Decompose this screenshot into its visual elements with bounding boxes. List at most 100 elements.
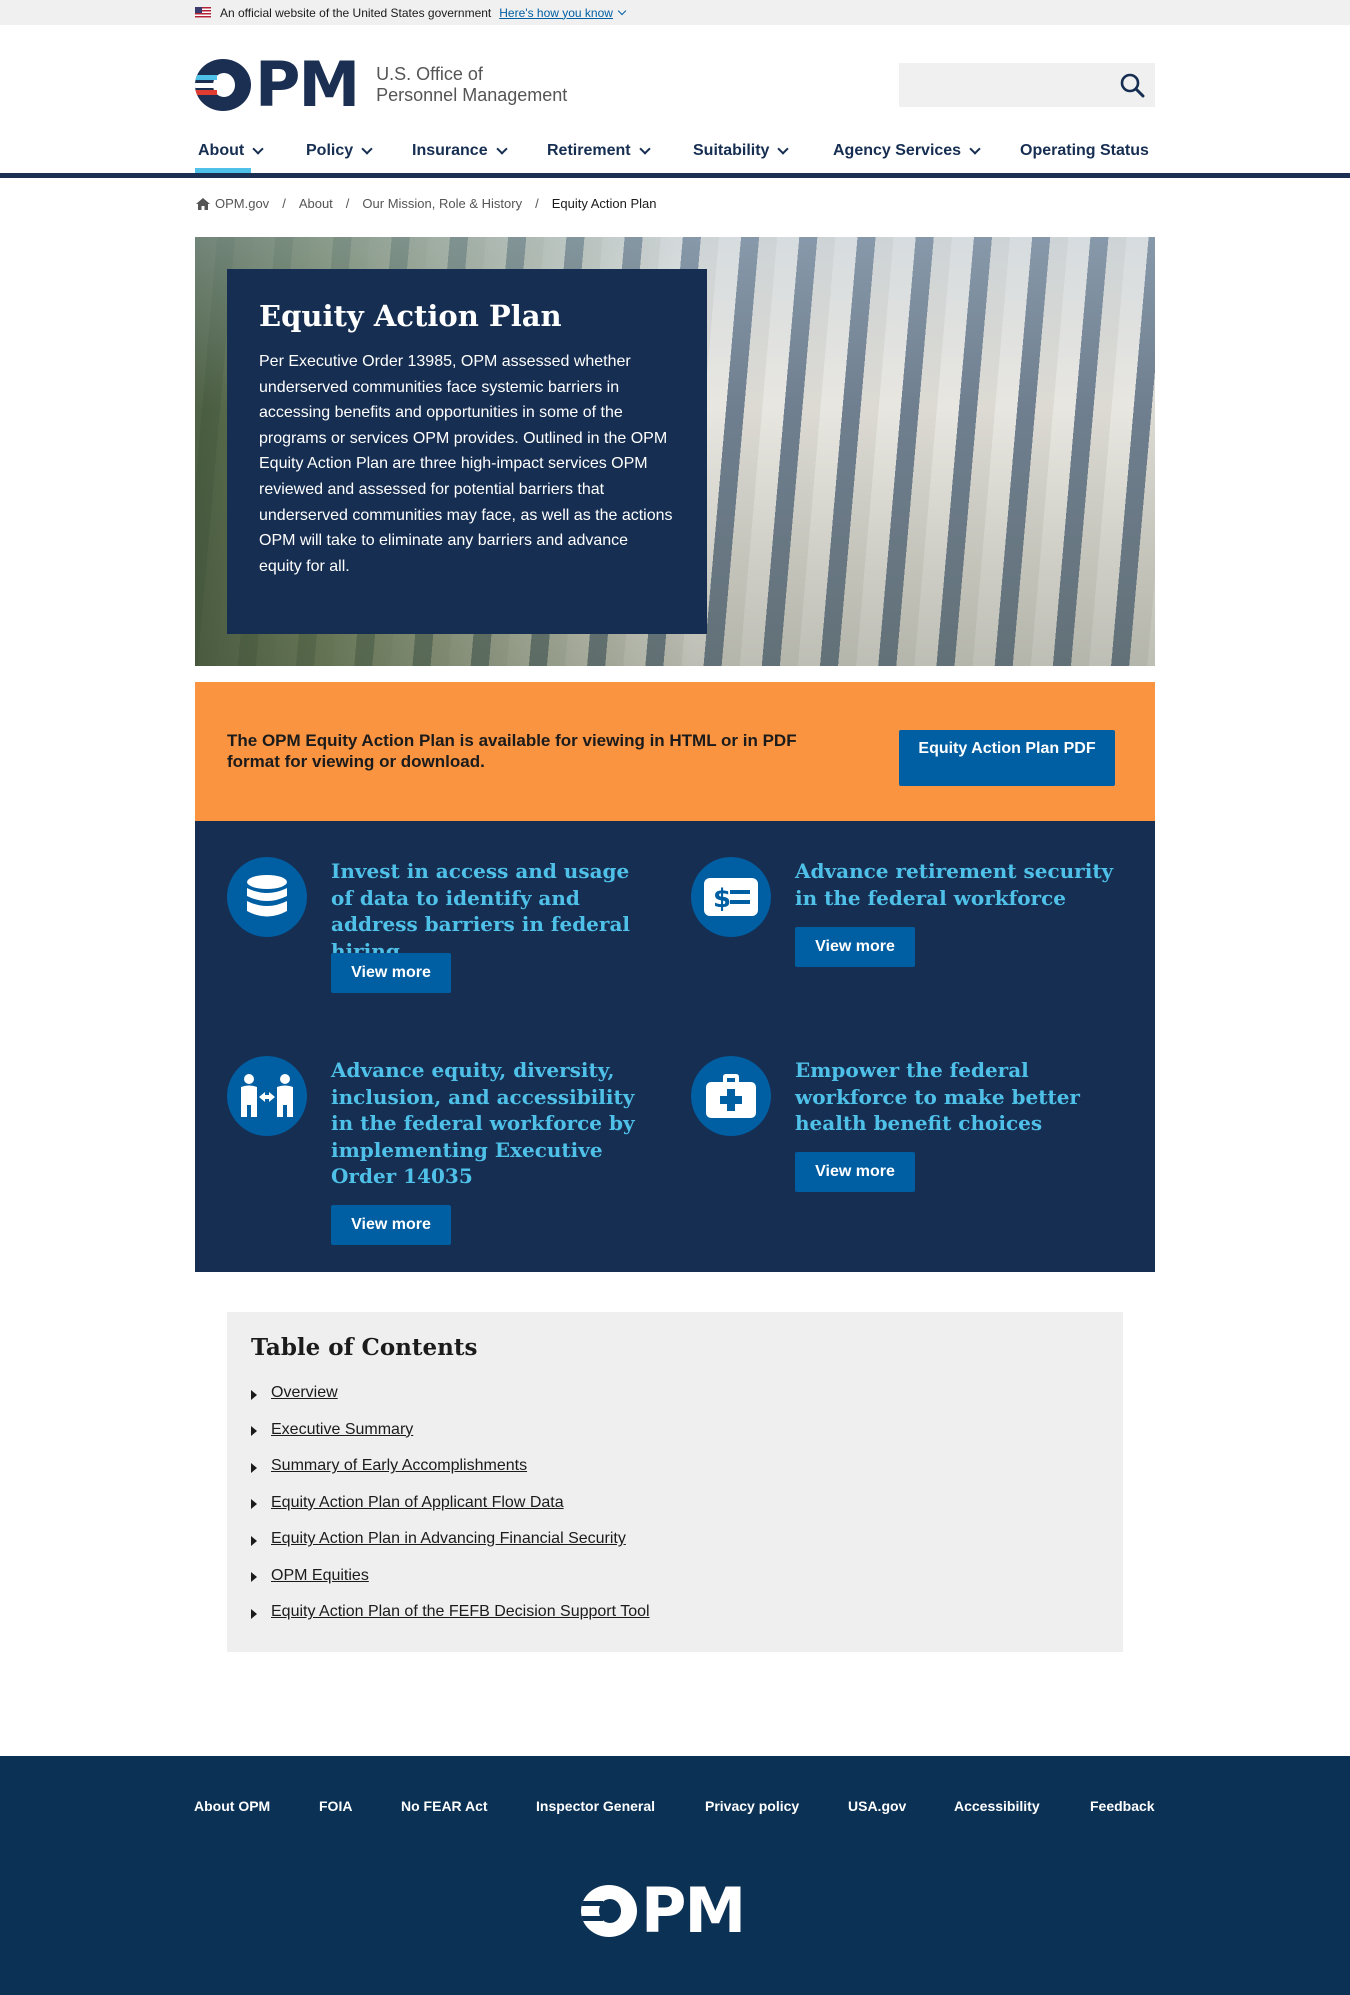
callout-text: The OPM Equity Action Plan is available …	[227, 731, 797, 771]
logo-line-1: U.S. Office of	[376, 64, 483, 84]
footer-opm-logo[interactable]: PM	[581, 1874, 746, 1947]
triangle-right-icon	[251, 1389, 257, 1400]
card-title[interactable]: Empower the federal workforce to make be…	[795, 1057, 1115, 1137]
chevron-down-icon	[495, 142, 508, 155]
toc-item[interactable]: Executive Summary	[251, 1412, 1099, 1449]
opm-logo-letters: PM	[255, 48, 360, 121]
toc-link[interactable]: Equity Action Plan of Applicant Flow Dat…	[271, 1494, 564, 1512]
toc-item[interactable]: Summary of Early Accomplishments	[251, 1448, 1099, 1485]
footer-logo-letters: PM	[641, 1874, 746, 1947]
hero-card: Equity Action Plan Per Executive Order 1…	[227, 269, 707, 634]
page-title: Equity Action Plan	[259, 299, 562, 333]
nav-item-label: Suitability	[693, 142, 770, 159]
nav-item-about[interactable]: About	[198, 142, 264, 160]
main-nav: About Policy Insurance Retirement Suitab…	[0, 130, 1350, 178]
nav-item-retirement[interactable]: Retirement	[547, 142, 651, 160]
opm-logo-o-icon	[195, 59, 251, 111]
view-more-button[interactable]: View more	[331, 1205, 451, 1245]
chevron-down-icon	[361, 142, 373, 155]
search-icon[interactable]	[1119, 72, 1145, 98]
nav-item-label: Policy	[306, 142, 354, 159]
nav-item-suitability[interactable]: Suitability	[693, 142, 790, 160]
breadcrumb-separator: /	[345, 196, 350, 211]
breadcrumb-separator: /	[535, 196, 539, 211]
nav-item-label: Agency Services	[833, 142, 962, 159]
logo-line-2: Personnel Management	[376, 85, 568, 105]
gov-banner: An official website of the United States…	[0, 0, 1350, 25]
breadcrumb-current: Equity Action Plan	[551, 196, 657, 211]
hero-banner-image: Equity Action Plan Per Executive Order 1…	[195, 237, 1155, 666]
toc-item[interactable]: OPM Equities	[251, 1558, 1099, 1595]
view-more-button[interactable]: View more	[795, 927, 915, 967]
toc-item[interactable]: Overview	[251, 1375, 1099, 1412]
footer-link-about-opm[interactable]: About OPM	[194, 1798, 270, 1814]
site-footer: About OPM FOIA No FEAR Act Inspector Gen…	[0, 1756, 1350, 1995]
toc-link[interactable]: Equity Action Plan of the FEFB Decision …	[271, 1603, 650, 1621]
footer-opm-logo-o-icon	[581, 1885, 637, 1937]
money-card-icon: $	[691, 857, 771, 937]
triangle-right-icon	[251, 1462, 257, 1473]
card-title[interactable]: Advance equity, diversity, inclusion, an…	[331, 1057, 651, 1190]
svg-text:$: $	[713, 884, 731, 914]
gov-banner-text: An official website of the United States…	[220, 5, 492, 20]
toc-link[interactable]: Summary of Early Accomplishments	[271, 1457, 527, 1475]
toc-link[interactable]: OPM Equities	[271, 1567, 369, 1585]
chevron-down-icon	[252, 142, 264, 155]
table-of-contents: Table of Contents Overview Executive Sum…	[227, 1312, 1123, 1652]
nav-item-label: About	[198, 142, 245, 159]
breadcrumb-about-link[interactable]: About	[299, 196, 333, 211]
view-more-button[interactable]: View more	[795, 1152, 915, 1192]
triangle-right-icon	[251, 1535, 257, 1546]
priority-cards: Invest in access and usage of data to id…	[195, 821, 1155, 1272]
toc-link[interactable]: Executive Summary	[271, 1421, 413, 1439]
us-flag-icon	[195, 7, 211, 18]
chevron-down-icon	[969, 142, 981, 155]
toc-item[interactable]: Equity Action Plan of Applicant Flow Dat…	[251, 1485, 1099, 1522]
nav-item-agency-services[interactable]: Agency Services	[833, 142, 981, 160]
nav-item-label: Insurance	[412, 142, 488, 159]
footer-link-feedback[interactable]: Feedback	[1090, 1798, 1155, 1814]
breadcrumb: OPM.gov / About / Our Mission, Role & Hi…	[196, 196, 657, 211]
chevron-down-icon	[638, 142, 651, 155]
breadcrumb-home-link[interactable]: OPM.gov	[215, 196, 269, 211]
toc-link[interactable]: Equity Action Plan in Advancing Financia…	[271, 1530, 626, 1548]
breadcrumb-separator: /	[282, 196, 286, 211]
chevron-down-icon	[777, 142, 790, 155]
triangle-right-icon	[251, 1572, 257, 1583]
nav-item-label: Retirement	[547, 142, 631, 159]
pdf-callout: The OPM Equity Action Plan is available …	[195, 682, 1155, 821]
toc-link[interactable]: Overview	[271, 1384, 338, 1402]
nav-item-label: Operating Status	[1020, 142, 1149, 159]
home-icon	[196, 197, 210, 210]
chevron-down-icon[interactable]	[617, 6, 627, 15]
opm-logo[interactable]: PM U.S. Office of Personnel Management	[195, 54, 567, 116]
footer-link-usa-gov[interactable]: USA.gov	[848, 1798, 906, 1814]
card-title[interactable]: Advance retirement security in the feder…	[795, 858, 1115, 911]
footer-link-no-fear-act[interactable]: No FEAR Act	[401, 1798, 488, 1814]
nav-item-insurance[interactable]: Insurance	[412, 142, 508, 160]
toc-title: Table of Contents	[251, 1334, 478, 1361]
toc-item[interactable]: Equity Action Plan in Advancing Financia…	[251, 1521, 1099, 1558]
card-title[interactable]: Invest in access and usage of data to id…	[331, 858, 651, 964]
view-more-button[interactable]: View more	[331, 953, 451, 993]
nav-active-indicator	[195, 168, 251, 173]
search-input[interactable]	[899, 63, 1155, 107]
triangle-right-icon	[251, 1608, 257, 1619]
breadcrumb-mission-link[interactable]: Our Mission, Role & History	[362, 196, 522, 211]
nav-item-operating-status[interactable]: Operating Status	[1020, 142, 1149, 160]
equity-action-plan-pdf-button[interactable]: Equity Action Plan PDF	[899, 730, 1115, 786]
toc-item[interactable]: Equity Action Plan of the FEFB Decision …	[251, 1594, 1099, 1631]
database-icon	[227, 857, 307, 937]
opm-logo-text: U.S. Office of Personnel Management	[376, 64, 567, 106]
footer-link-accessibility[interactable]: Accessibility	[954, 1798, 1040, 1814]
footer-link-foia[interactable]: FOIA	[319, 1798, 352, 1814]
footer-link-privacy-policy[interactable]: Privacy policy	[705, 1798, 799, 1814]
opm-logo-mark: PM	[195, 48, 360, 121]
heres-how-you-know-link[interactable]: Here's how you know	[499, 6, 613, 20]
triangle-right-icon	[251, 1426, 257, 1437]
triangle-right-icon	[251, 1499, 257, 1510]
nav-item-policy[interactable]: Policy	[306, 142, 373, 160]
footer-link-inspector-general[interactable]: Inspector General	[536, 1798, 655, 1814]
medical-kit-icon	[691, 1056, 771, 1136]
hero-description: Per Executive Order 13985, OPM assessed …	[259, 353, 673, 575]
